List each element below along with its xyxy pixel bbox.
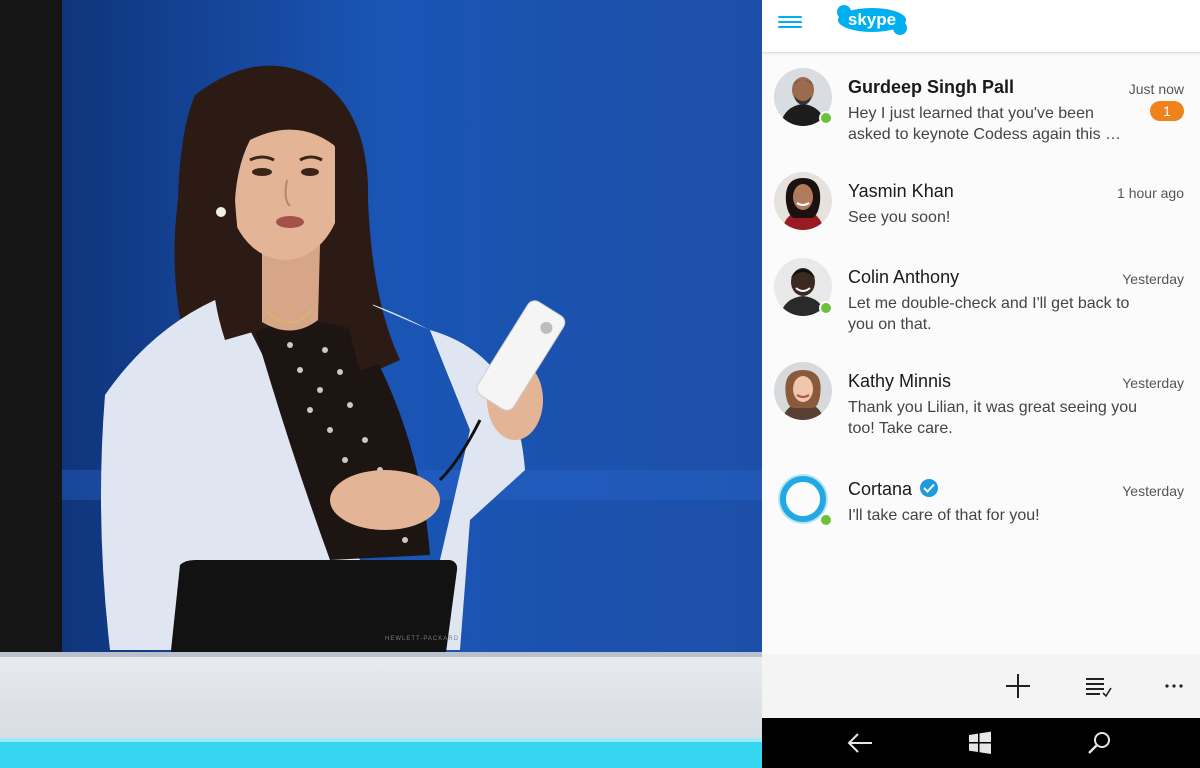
avatar-photo	[774, 172, 832, 230]
conversation-item[interactable]: Yasmin Khan 1 hour ago See you soon!	[762, 162, 1200, 258]
app-command-bar	[762, 654, 1200, 718]
avatar	[774, 470, 833, 528]
online-status-dot	[819, 301, 833, 315]
search-icon[interactable]	[1086, 730, 1114, 756]
message-time: 1 hour ago	[1117, 185, 1184, 201]
message-preview: Let me double-check and I'll get back to…	[848, 295, 1130, 333]
skype-logo: skype	[837, 5, 907, 35]
app-header: skype	[762, 0, 1200, 53]
conversation-item[interactable]: Colin Anthony Yesterday Let me double-ch…	[762, 248, 1200, 344]
avatar-photo	[774, 362, 832, 420]
message-time: Yesterday	[1122, 483, 1184, 499]
message-preview: See you soon!	[848, 209, 951, 226]
contact-name: Kathy Minnis	[848, 371, 952, 391]
conversation-item[interactable]: Cortana Yesterday I'll take care of that…	[762, 460, 1200, 556]
contact-name: Gurdeep Singh Pall	[848, 77, 1015, 97]
message-preview: Hey I just learned that you've been aske…	[848, 105, 1122, 143]
message-preview: I'll take care of that for you!	[848, 507, 1040, 524]
hamburger-menu-icon[interactable]	[778, 13, 802, 31]
avatar	[774, 362, 832, 420]
online-status-dot	[819, 111, 833, 125]
message-time: Yesterday	[1122, 271, 1184, 287]
skype-app-screen: skype Gurdeep Singh Pall Just now Hey I …	[762, 0, 1200, 768]
contact-name: Colin Anthony	[848, 267, 960, 287]
svg-text:skype: skype	[848, 10, 896, 29]
svg-text:HEWLETT-PACKARD: HEWLETT-PACKARD	[385, 636, 459, 642]
online-status-dot	[819, 513, 833, 527]
presenter-scene: HEWLETT-PACKARD	[0, 0, 762, 768]
message-time: Just now	[1128, 81, 1184, 97]
conversation-item[interactable]: Kathy Minnis Yesterday Thank you Lilian,…	[762, 352, 1200, 448]
contact-name-text: Cortana	[848, 479, 913, 499]
message-preview: Thank you Lilian, it was great seeing yo…	[848, 399, 1138, 437]
verified-check-icon	[920, 479, 939, 497]
conversation-item[interactable]: Gurdeep Singh Pall Just now Hey I just l…	[762, 58, 1200, 154]
contact-name: Yasmin Khan	[848, 181, 954, 201]
more-icon[interactable]	[1158, 670, 1190, 702]
add-icon[interactable]	[1002, 670, 1034, 702]
contact-name: Cortana	[848, 479, 939, 500]
avatar	[774, 68, 833, 126]
windows-start-icon[interactable]	[966, 730, 994, 756]
stage-photo: HEWLETT-PACKARD	[0, 0, 762, 768]
avatar	[774, 258, 833, 316]
unread-count-badge: 1	[1150, 101, 1184, 121]
back-icon[interactable]	[846, 730, 874, 756]
select-list-icon[interactable]	[1082, 670, 1114, 702]
message-time: Yesterday	[1122, 375, 1184, 391]
system-navigation-bar	[762, 718, 1200, 768]
avatar	[774, 172, 832, 230]
